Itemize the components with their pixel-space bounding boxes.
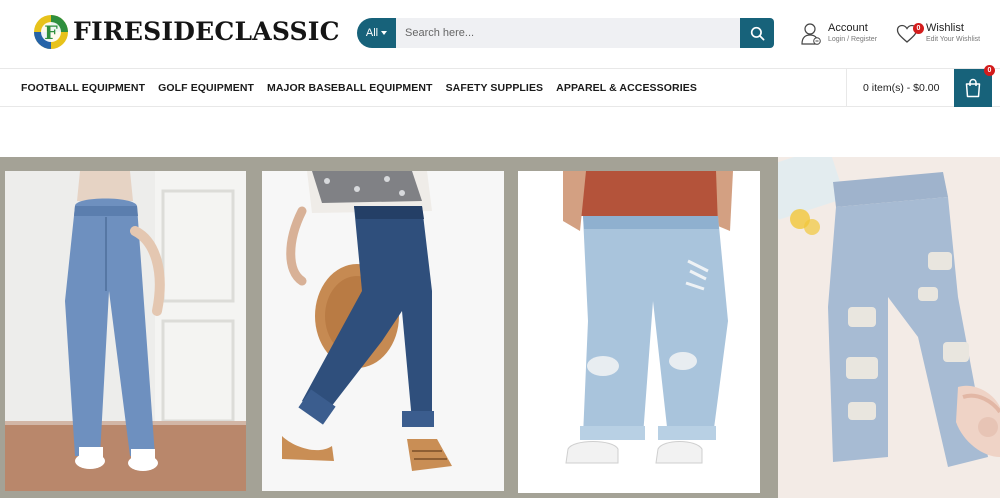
chevron-down-icon — [381, 31, 388, 35]
search-input[interactable] — [396, 18, 740, 48]
search-button[interactable] — [740, 18, 774, 48]
jeans-photo-2[interactable] — [262, 171, 504, 491]
search-icon — [750, 26, 764, 40]
nav-item-major-baseball-equipment[interactable]: MAJOR BASEBALL EQUIPMENT — [267, 82, 433, 94]
nav-item-golf-equipment[interactable]: GOLF EQUIPMENT — [158, 82, 254, 94]
logo-text: FIRESIDECLASSIC — [73, 17, 340, 46]
jeans-photo-4[interactable] — [778, 157, 1000, 498]
logo-mark-icon: F — [33, 14, 69, 50]
jeans-photo-1[interactable] — [5, 171, 246, 491]
hero-banner[interactable] — [0, 157, 1000, 498]
wishlist-link[interactable]: 0 Wishlist Edit Your Wishlist — [896, 22, 980, 45]
jeans-photo-3[interactable] — [518, 171, 760, 493]
search-bar: All — [357, 18, 774, 48]
nav-item-football-equipment[interactable]: FOOTBALL EQUIPMENT — [21, 82, 145, 94]
account-subtitle: Login / Register — [828, 36, 878, 43]
wishlist-title: Wishlist — [926, 22, 964, 34]
search-category-label: All — [365, 27, 379, 39]
site-logo[interactable]: F FIRESIDECLASSIC — [33, 14, 340, 50]
main-navigation: FOOTBALL EQUIPMENT GOLF EQUIPMENT MAJOR … — [0, 65, 1000, 107]
nav-item-apparel-accessories[interactable]: APPAREL & ACCESSORIES — [556, 82, 697, 94]
search-category-select[interactable]: All — [357, 18, 396, 48]
cart-summary[interactable]: 0 item(s) - $0.00 — [863, 69, 939, 107]
user-icon — [801, 23, 821, 45]
wishlist-count-badge: 0 — [913, 23, 924, 34]
account-title: Account — [828, 22, 868, 34]
site-header: F FIRESIDECLASSIC All Account Login / Re… — [0, 0, 1000, 68]
shopping-bag-icon — [965, 78, 981, 98]
cart-widget[interactable]: 0 item(s) - $0.00 0 — [846, 65, 1000, 107]
nav-item-safety-supplies[interactable]: SAFETY SUPPLIES — [446, 82, 544, 94]
cart-count-badge: 0 — [984, 65, 995, 76]
account-link[interactable]: Account Login / Register — [800, 22, 877, 46]
wishlist-subtitle: Edit Your Wishlist — [926, 36, 981, 43]
svg-text:F: F — [44, 22, 58, 44]
